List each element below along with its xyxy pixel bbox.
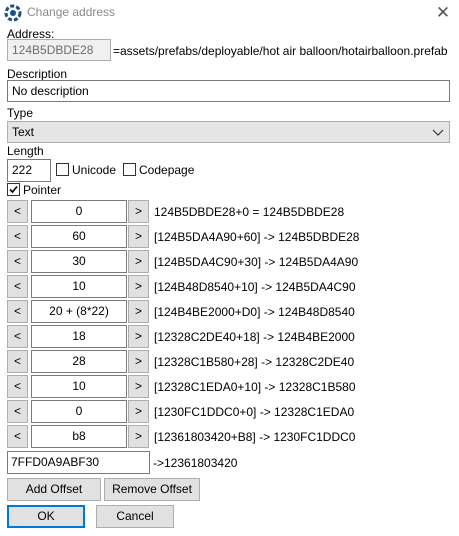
- offset-result-text: [124B48D8540+10] -> 124B5DA4C90: [154, 280, 356, 294]
- ok-button[interactable]: OK: [7, 505, 85, 528]
- type-selected-value: Text: [12, 125, 35, 139]
- offset-increment-button[interactable]: >: [128, 425, 149, 448]
- remove-offset-button[interactable]: Remove Offset: [104, 478, 200, 501]
- description-input[interactable]: No description: [7, 80, 450, 102]
- offset-decrement-button[interactable]: <: [7, 350, 28, 373]
- offset-result-text: [1230FC1DDC0+0] -> 12328C1EDA0: [154, 405, 355, 419]
- offset-result-text: [124B5DA4A90+60] -> 124B5DBDE28: [154, 230, 360, 244]
- offset-increment-button[interactable]: >: [128, 225, 149, 248]
- offset-input[interactable]: b8: [31, 425, 127, 448]
- address-symbol-text: =assets/prefabs/deployable/hot air ballo…: [113, 44, 448, 58]
- offset-decrement-button[interactable]: <: [7, 275, 28, 298]
- offset-row: < 20 + (8*22) > [124B4BE2000+D0] -> 124B…: [7, 300, 447, 324]
- length-label: Length: [7, 144, 44, 158]
- offset-increment-button[interactable]: >: [128, 375, 149, 398]
- offset-input[interactable]: 10: [31, 275, 127, 298]
- codepage-checkbox[interactable]: [123, 163, 136, 176]
- offset-input[interactable]: 60: [31, 225, 127, 248]
- offset-row: < b8 > [12361803420+B8] -> 1230FC1DDC0: [7, 425, 447, 449]
- unicode-label: Unicode: [72, 163, 117, 177]
- type-label: Type: [7, 106, 34, 120]
- offset-increment-button[interactable]: >: [128, 275, 149, 298]
- cheat-engine-icon: [4, 4, 22, 22]
- close-icon[interactable]: ✕: [428, 2, 458, 24]
- offset-row: < 0 > 124B5DBDE28+0 = 124B5DBDE28: [7, 200, 447, 224]
- offset-row: < 28 > [12328C1B580+28] -> 12328C2DE40: [7, 350, 447, 374]
- offset-result-text: [12328C1B580+28] -> 12328C2DE40: [154, 355, 355, 369]
- offset-increment-button[interactable]: >: [128, 350, 149, 373]
- offset-decrement-button[interactable]: <: [7, 375, 28, 398]
- offset-input[interactable]: 0: [31, 200, 127, 223]
- offset-input[interactable]: 28: [31, 350, 127, 373]
- pointer-label: Pointer: [23, 183, 62, 197]
- offset-increment-button[interactable]: >: [128, 200, 149, 223]
- offset-row: < 30 > [124B5DA4C90+30] -> 124B5DA4A90: [7, 250, 447, 274]
- offset-result-text: [124B5DA4C90+30] -> 124B5DA4A90: [154, 255, 359, 269]
- offset-increment-button[interactable]: >: [128, 400, 149, 423]
- checkmark-icon: [9, 185, 18, 194]
- offset-increment-button[interactable]: >: [128, 250, 149, 273]
- offset-decrement-button[interactable]: <: [7, 425, 28, 448]
- pointer-checkbox[interactable]: [7, 183, 20, 196]
- offset-result-text: [124B4BE2000+D0] -> 124B48D8540: [154, 305, 355, 319]
- unicode-checkbox[interactable]: [56, 163, 69, 176]
- chevron-down-icon: [431, 122, 445, 142]
- offset-input[interactable]: 30: [31, 250, 127, 273]
- description-label: Description: [7, 67, 68, 81]
- offset-decrement-button[interactable]: <: [7, 325, 28, 348]
- offset-increment-button[interactable]: >: [128, 300, 149, 323]
- offset-row: < 0 > [1230FC1DDC0+0] -> 12328C1EDA0: [7, 400, 447, 424]
- offset-input[interactable]: 10: [31, 375, 127, 398]
- offset-decrement-button[interactable]: <: [7, 300, 28, 323]
- offset-result-text: [12328C2DE40+18] -> 124B4BE2000: [154, 330, 355, 344]
- offset-input[interactable]: 18: [31, 325, 127, 348]
- add-offset-button[interactable]: Add Offset: [7, 478, 101, 501]
- address-field: 124B5DBDE28: [7, 39, 111, 61]
- offset-input[interactable]: 0: [31, 400, 127, 423]
- offset-input[interactable]: 20 + (8*22): [31, 300, 127, 323]
- offset-row: < 10 > [12328C1EDA0+10] -> 12328C1B580: [7, 375, 447, 399]
- offset-decrement-button[interactable]: <: [7, 225, 28, 248]
- offset-increment-button[interactable]: >: [128, 325, 149, 348]
- base-address-input[interactable]: 7FFD0A9ABF30: [7, 451, 150, 474]
- base-result-text: ->12361803420: [153, 456, 238, 470]
- length-input[interactable]: 222: [7, 159, 51, 182]
- offset-row: < 10 > [124B48D8540+10] -> 124B5DA4C90: [7, 275, 447, 299]
- offset-result-text: 124B5DBDE28+0 = 124B5DBDE28: [154, 205, 345, 219]
- offset-decrement-button[interactable]: <: [7, 400, 28, 423]
- offset-decrement-button[interactable]: <: [7, 250, 28, 273]
- codepage-label: Codepage: [139, 163, 195, 177]
- offset-row: < 18 > [12328C2DE40+18] -> 124B4BE2000: [7, 325, 447, 349]
- window-title: Change address: [27, 5, 116, 19]
- offset-row: < 60 > [124B5DA4A90+60] -> 124B5DBDE28: [7, 225, 447, 249]
- offset-result-text: [12361803420+B8] -> 1230FC1DDC0: [154, 430, 356, 444]
- offset-result-text: [12328C1EDA0+10] -> 12328C1B580: [154, 380, 356, 394]
- cancel-button[interactable]: Cancel: [96, 505, 174, 528]
- offset-decrement-button[interactable]: <: [7, 200, 28, 223]
- title-bar: Change address ✕: [0, 0, 459, 26]
- type-dropdown[interactable]: Text: [7, 121, 450, 143]
